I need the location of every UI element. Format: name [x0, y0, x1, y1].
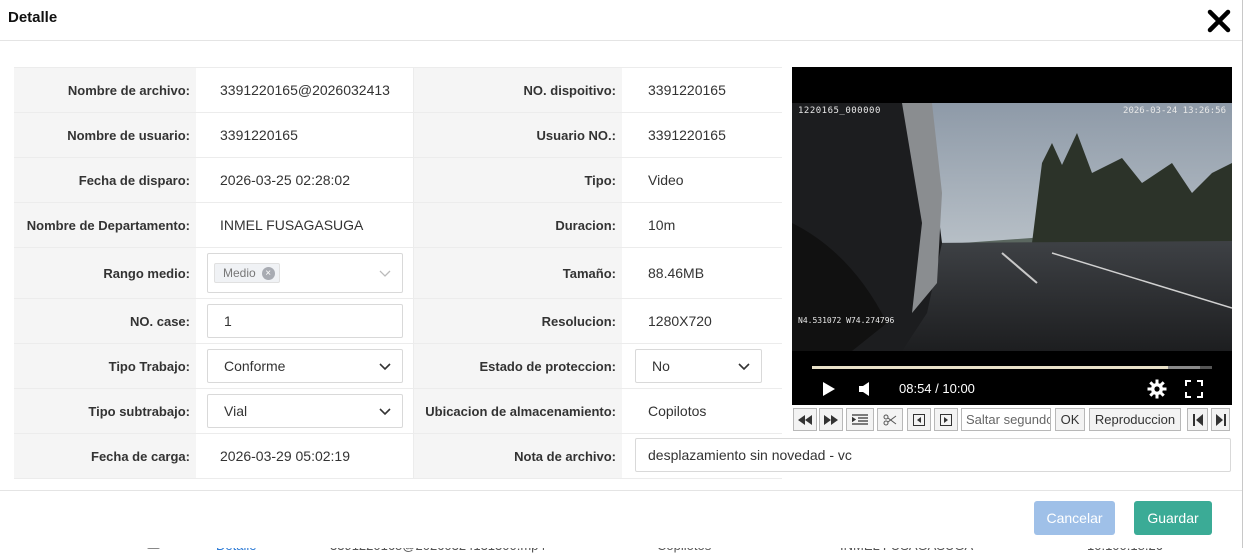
clip-button[interactable] [877, 408, 903, 431]
file-name-value: 3391220165@2026032413 [220, 82, 390, 98]
storage-value: Copilotos [648, 403, 707, 419]
protection-value: No [652, 358, 670, 374]
upload-date-value: 2026-03-29 05:02:19 [220, 448, 350, 464]
row-trigger-date: Fecha de disparo: 2026-03-25 02:28:02 Ti… [14, 158, 782, 203]
row-department: Nombre de Departamento: INMEL FUSAGASUGA… [14, 203, 782, 248]
work-type-select[interactable]: Conforme [207, 349, 403, 383]
tag-remove-icon[interactable]: × [261, 266, 275, 280]
save-button[interactable]: Guardar [1134, 501, 1212, 535]
close-icon[interactable] [1206, 8, 1232, 34]
trigger-date-value: 2026-03-25 02:28:02 [220, 172, 350, 188]
rewind-button[interactable] [793, 408, 817, 431]
row-case: NO. case: 1 Resolucion: 1280X720 [14, 299, 782, 344]
trigger-date-label: Fecha de disparo: [14, 158, 196, 202]
next-frame-button[interactable] [934, 408, 958, 431]
row-user-name: Nombre de usuario: 3391220165 Usuario NO… [14, 113, 782, 158]
department-value: INMEL FUSAGASUGA [220, 217, 364, 233]
protection-select[interactable]: No [635, 349, 762, 383]
last-button[interactable] [1211, 408, 1230, 431]
work-type-label: Tipo Trabajo: [14, 344, 196, 388]
chevron-down-icon [379, 363, 391, 371]
resolution-value: 1280X720 [648, 313, 712, 329]
resolution-label: Resolucion: [414, 299, 622, 343]
row-work-type: Tipo Trabajo: Conforme Estado de protecc… [14, 344, 782, 389]
osd-id: 1220165_000000 [798, 106, 881, 116]
fullscreen-icon[interactable] [1185, 380, 1203, 398]
video-time: 08:54 / 10:00 [899, 381, 975, 396]
device-no-label: NO. dispoitivo: [414, 68, 622, 112]
first-button[interactable] [1187, 408, 1208, 431]
dialog-header: Detalle [0, 0, 1242, 41]
video-frame: 1220165_000000 2026-03-24 13:26:56 N4.53… [792, 103, 1232, 351]
device-no-value: 3391220165 [648, 82, 726, 98]
duration-value: 10m [648, 217, 676, 233]
playback-button[interactable]: Reproduccion [1089, 408, 1181, 431]
prev-frame-icon [913, 413, 925, 426]
user-name-label: Nombre de usuario: [14, 113, 196, 157]
upload-date-label: Fecha de carga: [14, 434, 196, 478]
protection-label: Estado de proteccion: [414, 344, 622, 388]
video-progress-fill [812, 366, 1168, 369]
play-icon[interactable] [822, 381, 836, 397]
row-subwork: Tipo subtrabajo: Vial Ubicacion de almac… [14, 389, 782, 434]
video-progress[interactable] [812, 366, 1212, 369]
note-label: Nota de archivo: [414, 434, 622, 478]
size-label: Tamaño: [414, 248, 622, 298]
skip-start-icon [1192, 413, 1203, 426]
scissors-icon [883, 414, 897, 425]
footer-divider [0, 490, 1242, 491]
list-icon [852, 413, 868, 425]
range-select[interactable]: Medio × [207, 253, 403, 293]
dialog-title: Detalle [8, 9, 58, 26]
file-name-label: Nombre de archivo: [14, 68, 196, 112]
storage-label: Ubicacion de almacenamiento: [414, 389, 622, 433]
user-no-label: Usuario NO.: [414, 113, 622, 157]
fast-forward-icon [824, 414, 838, 425]
type-value: Video [648, 172, 684, 188]
rewind-icon [798, 414, 812, 425]
range-label: Rango medio: [14, 248, 196, 298]
video-controls: 08:54 / 10:00 [792, 351, 1232, 405]
row-range: Rango medio: Medio × Tamaño: 88.46MB [14, 248, 782, 299]
list-button[interactable] [846, 408, 874, 431]
osd-timestamp: 2026-03-24 13:26:56 [1123, 106, 1226, 116]
work-type-value: Conforme [224, 358, 286, 374]
detail-form: Nombre de archivo: 3391220165@2026032413… [14, 67, 782, 479]
case-label: NO. case: [14, 299, 196, 343]
type-label: Tipo: [414, 158, 622, 202]
user-no-value: 3391220165 [648, 127, 726, 143]
chevron-down-icon [738, 363, 750, 371]
skip-end-icon [1215, 413, 1226, 426]
chevron-down-icon [379, 408, 391, 416]
chevron-down-icon [379, 270, 391, 277]
volume-icon[interactable] [858, 381, 872, 397]
video-player[interactable]: 1220165_000000 2026-03-24 13:26:56 N4.53… [792, 67, 1232, 405]
subwork-select[interactable]: Vial [207, 394, 403, 428]
case-input[interactable]: 1 [207, 304, 403, 338]
subwork-label: Tipo subtrabajo: [14, 389, 196, 433]
ok-button[interactable]: OK [1055, 408, 1085, 431]
department-label: Nombre de Departamento: [14, 203, 196, 247]
prev-frame-button[interactable] [907, 408, 931, 431]
note-input[interactable]: desplazamiento sin novedad - vc [635, 438, 1231, 472]
settings-gear-icon[interactable] [1147, 379, 1167, 399]
range-tag-label: Medio [223, 266, 256, 280]
user-name-value: 3391220165 [220, 127, 298, 143]
next-frame-icon [940, 413, 952, 426]
range-tag: Medio × [214, 263, 280, 283]
row-file-name: Nombre de archivo: 3391220165@2026032413… [14, 68, 782, 113]
detail-dialog: Detalle Nombre de archivo: 3391220165@20… [0, 0, 1243, 548]
cancel-button[interactable]: Cancelar [1034, 501, 1115, 535]
fast-forward-button[interactable] [819, 408, 843, 431]
subwork-value: Vial [224, 403, 248, 419]
seek-seconds-input[interactable]: Saltar segundos [961, 408, 1051, 431]
osd-coords: N4.531072 W74.274796 [798, 316, 895, 325]
size-value: 88.46MB [648, 265, 705, 281]
duration-label: Duracion: [414, 203, 622, 247]
